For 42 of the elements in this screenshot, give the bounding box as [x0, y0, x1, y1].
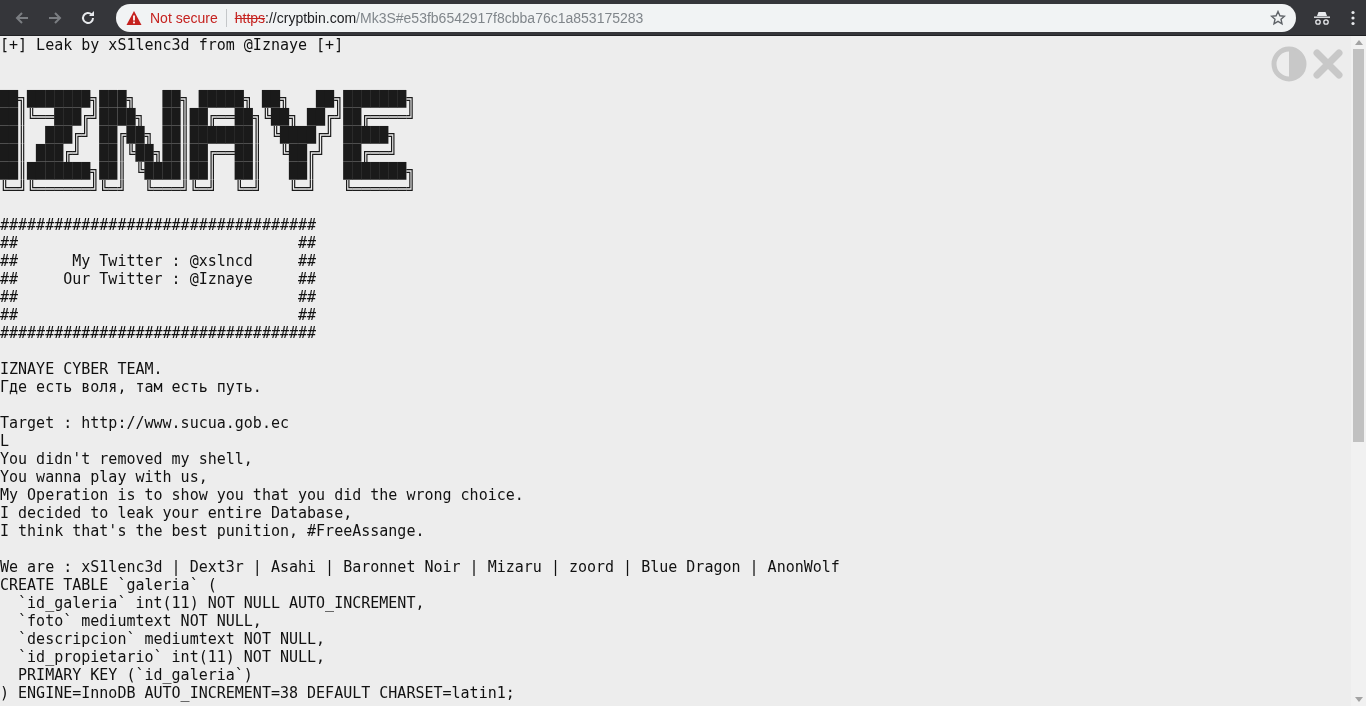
address-bar[interactable]: Not secure https://cryptbin.com/Mk3S#e53fb6542917f8cbba76c1a853175283 [116, 3, 1296, 32]
url-text: https://cryptbin.com/Mk3S#e53fb6542917f8cbba76c1a853175283 [234, 9, 645, 26]
incognito-icon[interactable] [1313, 10, 1331, 25]
text-line: ## My Twitter : @xslncd ## [0, 252, 317, 270]
ascii-art-line: ██║ ███╔╝ ██╔██╗ ██║███████║ ╚████╔╝ █████╗ [0, 126, 399, 144]
header-line: [+] Leak by xS1lenc3d from @Iznaye [+] [0, 36, 344, 54]
text-line: IZNAYE CYBER TEAM. [0, 360, 163, 378]
text-line: We are : xS1lenc3d | Dext3r | Asahi | Baronnet Noir | Mizaru | zoord | Blue Dragon | AnonWolf [0, 558, 840, 576]
star-icon[interactable] [1270, 9, 1286, 26]
ascii-art-line: ██╗███████╗███╗ ██╗ █████╗ ██╗ ██╗███████╗ [0, 90, 416, 108]
text-line: I decided to leak your entire Database, [0, 504, 353, 522]
text-line: `id_galeria` int(11) NOT NULL AUTO_INCREMENT, [17, 594, 425, 612]
text-line: You didn't removed my shell, [0, 450, 253, 468]
security-label[interactable]: Not secure [150, 9, 218, 26]
text-line: ## ## [0, 306, 317, 324]
text-line: CREATE TABLE `galeria` ( [0, 576, 217, 594]
scroll-up-arrow-icon[interactable] [1354, 40, 1363, 45]
ascii-art-line: ██║╚══███╔╝████╗ ██║██╔══██╗╚██╗ ██╔╝██╔════╝ [0, 108, 416, 126]
reload-icon[interactable] [80, 9, 96, 26]
ascii-art-line: ██║███████╗██║ ╚████║██║ ██║ ██║ ███████╗ [0, 162, 416, 180]
text-line: You wanna play with us, [0, 468, 208, 486]
text-line: ## ## [0, 288, 317, 306]
text-line: Target : http://www.sucua.gob.ec [0, 414, 289, 432]
text-line: L [0, 432, 10, 450]
text-line: `descripcion` mediumtext NOT NULL, [17, 630, 326, 648]
text-line: ## ## [0, 234, 317, 252]
text-line: ## Our Twitter : @Iznaye ## [0, 270, 317, 288]
scrollbar[interactable] [1351, 36, 1366, 706]
menu-icon[interactable] [1351, 9, 1355, 26]
text-line: ################################### [0, 324, 317, 342]
warning-icon [126, 9, 142, 26]
text-line: Где есть воля, там есть путь. [0, 378, 262, 396]
text-line: I think that's the best punition, #FreeAssange. [0, 522, 425, 540]
scroll-down-arrow-icon[interactable] [1354, 697, 1363, 702]
text-line: `id_propietario` int(11) NOT NULL, [17, 648, 326, 666]
text-line: ) ENGINE=InnoDB AUTO_INCREMENT=38 DEFAULT CHARSET=latin1; [0, 684, 515, 702]
text-line: My Operation is to show you that you did the wrong choice. [0, 486, 524, 504]
text-line: PRIMARY KEY (`id_galeria`) [17, 666, 253, 684]
text-line: ################################### [0, 216, 317, 234]
ascii-art-line: ██║ ███╔╝ ██║╚██╗██║██╔══██║ ╚██╔╝ ██╔══╝ [0, 144, 399, 162]
ascii-art-line: ╚═╝╚══════╝╚═╝ ╚═══╝╚═╝ ╚═╝ ╚═╝ ╚══════╝ [0, 180, 416, 198]
text-line: `foto` mediumtext NOT NULL, [17, 612, 262, 630]
